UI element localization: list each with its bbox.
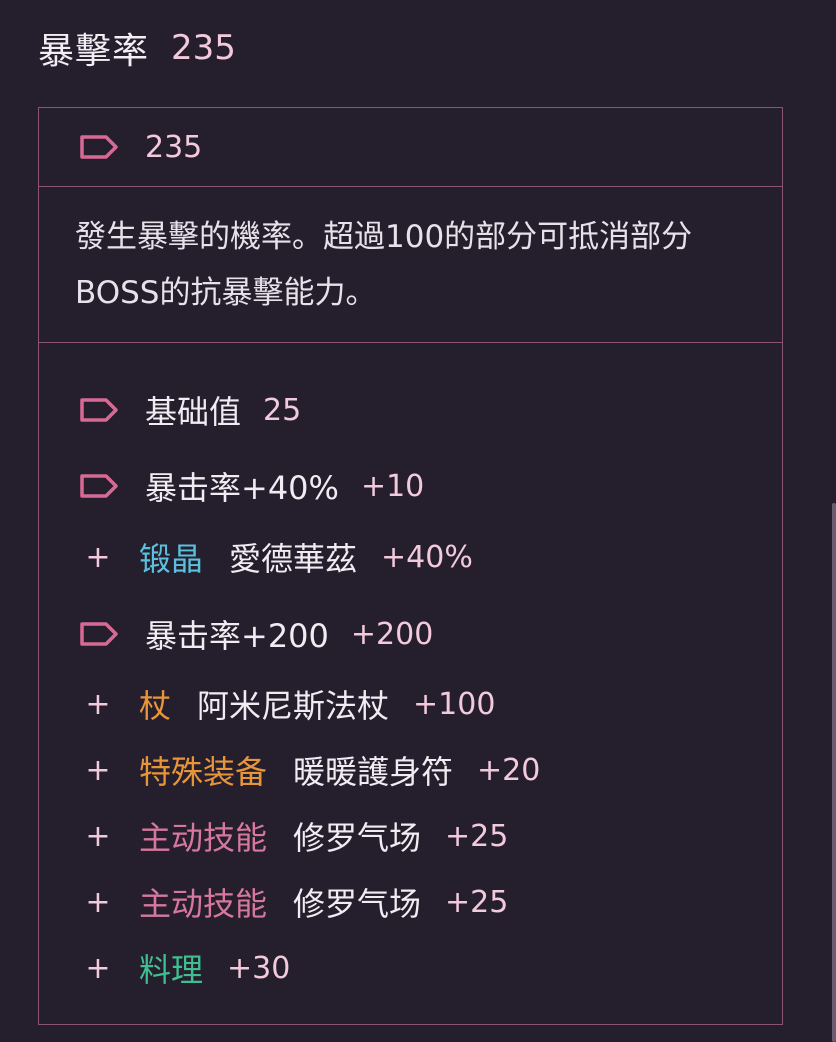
item-name: 修罗气场 xyxy=(293,885,422,923)
breakdown-item: + 杖 阿米尼斯法杖 +100 xyxy=(85,681,495,727)
item-amount: +40% xyxy=(381,539,473,575)
breakdown-item: + 特殊装备 暖暖護身符 +20 xyxy=(85,747,540,793)
item-name: 修罗气场 xyxy=(293,819,422,857)
breakdown-group-crit-flat: 暴击率+200 +200 xyxy=(79,611,433,657)
stat-header: 暴擊率 235 xyxy=(38,22,236,74)
item-amount: +20 xyxy=(477,752,541,788)
item-name: 暖暖護身符 xyxy=(293,753,454,791)
breakdown-group-crit-percent: 暴击率+40% +10 xyxy=(79,463,424,509)
group-amount: +10 xyxy=(360,468,425,504)
group-amount: +200 xyxy=(350,616,434,652)
total-value: 235 xyxy=(145,129,203,165)
stat-description: 發生暴擊的機率。超過100的部分可抵消部分BOSS的抗暴擊能力。 xyxy=(39,187,782,343)
group-amount: 25 xyxy=(263,392,302,428)
item-category: 主动技能 xyxy=(139,819,268,857)
total-value-row: 235 xyxy=(39,108,782,187)
item-amount: +100 xyxy=(413,686,496,722)
breakdown-item: + 主动技能 修罗气场 +25 xyxy=(85,813,508,859)
breakdown-group-base: 基础值 25 xyxy=(79,387,301,433)
tag-icon xyxy=(79,473,119,499)
plus-icon: + xyxy=(85,686,111,722)
item-amount: +30 xyxy=(227,950,291,986)
breakdown-item: + 锻晶 愛德華茲 +40% xyxy=(85,534,473,580)
tag-icon xyxy=(79,134,119,160)
item-amount: +25 xyxy=(445,884,509,920)
stat-total-value: 235 xyxy=(171,28,236,68)
group-label: 暴击率+40% xyxy=(145,469,339,507)
item-category: 料理 xyxy=(139,951,204,989)
plus-icon: + xyxy=(85,539,111,575)
plus-icon: + xyxy=(85,884,111,920)
breakdown-list: 基础值 25 暴击率+40% +10 + 锻晶 愛德華茲 +40% 暴击率+20… xyxy=(39,343,782,1023)
item-category: 锻晶 xyxy=(139,540,204,578)
breakdown-item: + 料理 +30 xyxy=(85,945,290,991)
stat-title: 暴擊率 xyxy=(38,31,150,72)
scrollbar[interactable] xyxy=(832,503,836,1042)
group-label: 基础值 xyxy=(145,393,242,431)
item-amount: +25 xyxy=(445,818,509,854)
plus-icon: + xyxy=(85,818,111,854)
group-label: 暴击率+200 xyxy=(145,617,329,655)
tag-icon xyxy=(79,621,119,647)
plus-icon: + xyxy=(85,752,111,788)
tag-icon xyxy=(79,397,119,423)
stat-detail-panel: 235 發生暴擊的機率。超過100的部分可抵消部分BOSS的抗暴擊能力。 基础值… xyxy=(38,107,783,1025)
item-category: 特殊装备 xyxy=(139,753,268,791)
item-name: 愛德華茲 xyxy=(229,540,358,578)
breakdown-item: + 主动技能 修罗气场 +25 xyxy=(85,879,508,925)
item-name: 阿米尼斯法杖 xyxy=(197,687,390,725)
item-category: 杖 xyxy=(139,687,172,725)
item-category: 主动技能 xyxy=(139,885,268,923)
plus-icon: + xyxy=(85,950,111,986)
